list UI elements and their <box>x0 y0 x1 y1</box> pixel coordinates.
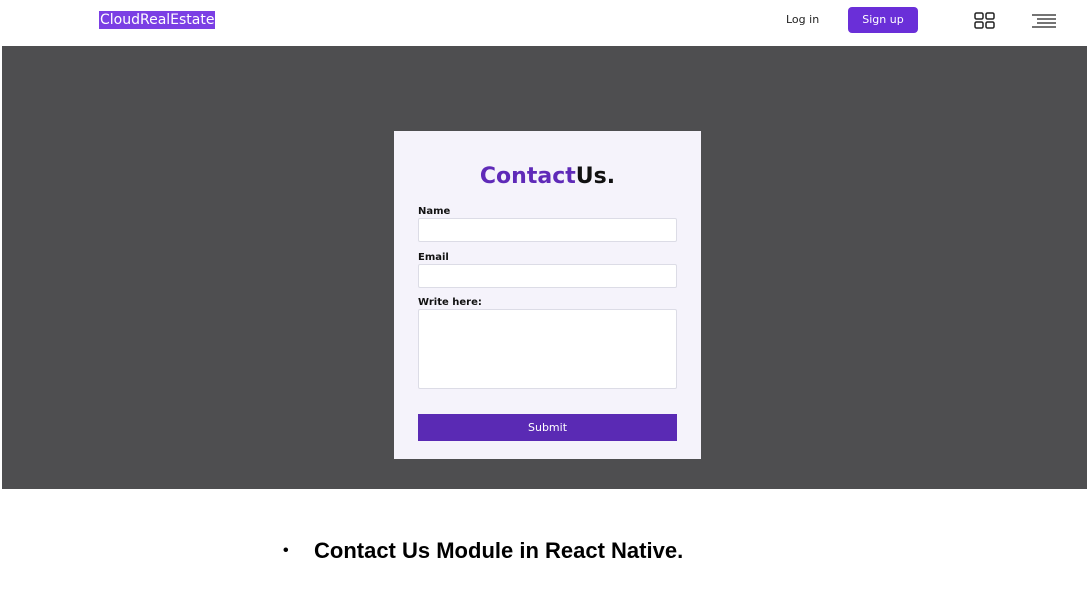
submit-button[interactable]: Submit <box>418 414 677 441</box>
email-field[interactable] <box>418 264 677 288</box>
brand-logo[interactable]: CloudRealEstate <box>99 11 216 29</box>
form-title: ContactUs. <box>394 162 701 192</box>
login-link[interactable]: Log in <box>786 12 819 28</box>
name-field[interactable] <box>418 218 677 242</box>
form-title-part2: Us. <box>575 164 616 189</box>
form-title-part1: Contact <box>479 164 576 189</box>
hero-section: ContactUs. Name Email Write here: Submit <box>2 46 1087 489</box>
top-navbar: CloudRealEstate Log in Sign up <box>0 0 1087 46</box>
caption: • Contact Us Module in React Native. <box>283 537 683 565</box>
contact-form-card: ContactUs. Name Email Write here: Submit <box>394 131 701 459</box>
message-textarea[interactable] <box>418 309 677 389</box>
caption-text: Contact Us Module in React Native. <box>314 538 684 563</box>
grid-icon[interactable] <box>974 12 996 30</box>
signup-button[interactable]: Sign up <box>848 7 918 33</box>
menu-icon[interactable] <box>1031 13 1057 29</box>
name-label: Name <box>418 206 451 217</box>
message-label: Write here: <box>418 297 482 308</box>
email-label: Email <box>418 252 449 263</box>
bullet-icon: • <box>283 542 289 559</box>
